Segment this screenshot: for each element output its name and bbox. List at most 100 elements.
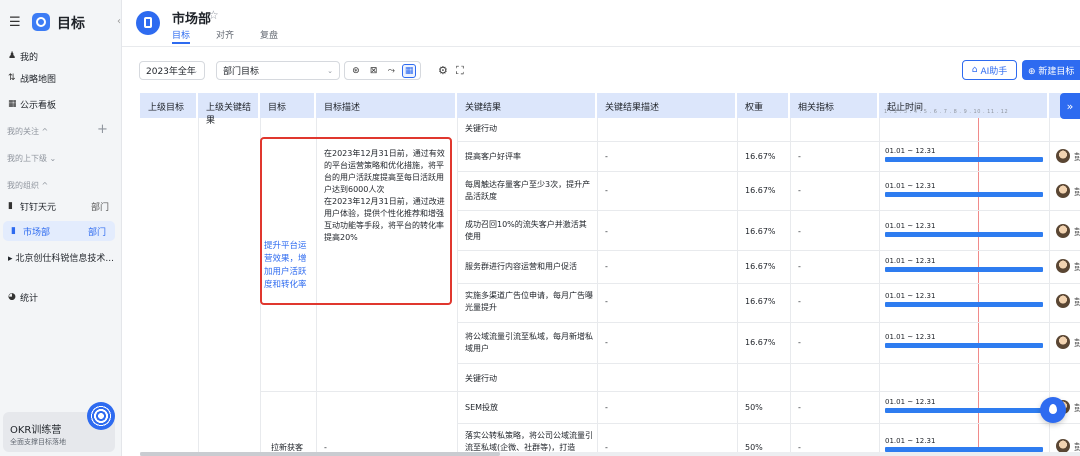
kr-title[interactable]: 落实公转私策略，将公司公域流量引流至私域(企微、社群等)，打造 <box>465 430 593 454</box>
active-tab-indicator <box>172 42 190 44</box>
kr-metric: - <box>798 338 801 347</box>
kr-desc: - <box>605 152 608 161</box>
period-value: 2023年全年 <box>146 67 196 77</box>
kr-metric: - <box>798 262 801 271</box>
kr-weight: 16.67% <box>745 338 776 347</box>
kr-weight: 16.67% <box>745 262 776 271</box>
tab-review[interactable]: 复盘 <box>260 28 278 41</box>
row-divider <box>457 283 1080 284</box>
dept-tag: 部门 <box>87 227 106 238</box>
col-header-parent-kr[interactable]: 上级关键结果 <box>198 93 260 126</box>
kr-metric: - <box>798 186 801 195</box>
tree-view-icon[interactable]: ⊛ <box>349 64 363 78</box>
avatar[interactable] <box>1056 224 1070 238</box>
period-select[interactable]: 2023年全年 ⌄ <box>139 61 205 80</box>
group-follow[interactable]: 我的关注 ^ <box>7 126 48 137</box>
sidebar-item-company[interactable]: ▸ 北京创仕科锐信息技术... <box>0 247 118 267</box>
scope-value: 部门目标 <box>223 67 260 77</box>
scope-select[interactable]: 部门目标 ⌄ <box>216 61 340 80</box>
kr-desc: - <box>605 186 608 195</box>
kr-timeline-bar[interactable] <box>885 157 1043 162</box>
board-icon: ▦ <box>8 99 17 109</box>
kr-date: 01.01 ~ 12.31 <box>885 437 936 445</box>
col-header-objective[interactable]: 目标 <box>260 93 316 118</box>
add-follow-icon[interactable]: + <box>97 122 108 137</box>
new-objective-button[interactable]: ⊕ 新建目标 <box>1022 60 1080 80</box>
star-icon[interactable]: ☆ <box>208 8 219 22</box>
kr-timeline-bar[interactable] <box>885 343 1043 348</box>
dept-icon: ▮ <box>8 201 13 211</box>
new-objective-label: ⊕ 新建目标 <box>1028 66 1075 77</box>
avatar[interactable] <box>1056 149 1070 163</box>
row-divider <box>260 391 1080 392</box>
kr-title[interactable]: 实施多渠道广告位申请，每月广告曝光量提升 <box>465 290 593 314</box>
avatar[interactable] <box>1056 439 1070 453</box>
group-org[interactable]: 我的组织 ^ <box>7 180 48 191</box>
kr-title[interactable]: 提高客户好评率 <box>465 151 593 163</box>
tab-objectives[interactable]: 目标 <box>172 28 190 41</box>
chevron-down-icon: ⌄ <box>327 66 333 75</box>
row-divider <box>457 141 1080 142</box>
objective-highlight-box <box>260 137 452 305</box>
kr-title[interactable]: SEM投放 <box>465 402 593 414</box>
kr-desc: - <box>605 338 608 347</box>
help-bulb-icon[interactable] <box>1040 397 1066 423</box>
owner-name: 彭 <box>1074 188 1080 198</box>
sidebar: ☰ 目标 ‹ ♟ 我的 ⇅ 战略地图 ▦ 公示看板 我的关注 ^ + 我的上下级… <box>0 0 122 456</box>
fullscreen-icon[interactable]: ⛶ <box>456 64 464 78</box>
sidebar-item-label: 公示看板 <box>20 100 57 111</box>
col-header-kr-desc[interactable]: 关键结果描述 <box>597 93 737 118</box>
ai-assistant-button[interactable]: ⌂ AI助手 <box>962 60 1017 80</box>
menu-icon[interactable]: ☰ <box>9 15 21 30</box>
col-header-kr[interactable]: 关键结果 <box>457 93 597 118</box>
expand-panel-button[interactable]: » <box>1060 93 1080 119</box>
person-icon: ♟ <box>8 51 17 61</box>
dept-tag: 部门 <box>90 202 109 213</box>
row-divider <box>457 322 1080 323</box>
map-view-icon[interactable]: ⤳ <box>384 64 398 78</box>
col-header-parent-objective[interactable]: 上级目标 <box>140 93 198 118</box>
avatar[interactable] <box>1056 335 1070 349</box>
kr-timeline-bar[interactable] <box>885 302 1043 307</box>
sidebar-item-mine[interactable]: ♟ 我的 <box>0 46 118 66</box>
sidebar-item-board[interactable]: ▦ 公示看板 <box>0 94 118 114</box>
okr-table: 上级目标 上级关键结果 目标 目标描述 关键结果 关键结果描述 权重 相关指标 … <box>140 93 1080 456</box>
horizontal-scrollbar[interactable] <box>140 452 1080 456</box>
col-divider <box>737 118 738 456</box>
card-view-icon[interactable]: ⊠ <box>367 64 381 78</box>
owner-name: 彭 <box>1074 404 1080 414</box>
kr-timeline-bar[interactable] <box>885 267 1043 272</box>
tab-align[interactable]: 对齐 <box>216 28 234 41</box>
sidebar-item-strategy-map[interactable]: ⇅ 战略地图 <box>0 68 118 88</box>
sidebar-item-market[interactable]: ▮ 市场部 部门 <box>3 221 115 241</box>
map-icon: ⇅ <box>8 73 16 83</box>
col-divider <box>457 118 458 456</box>
sidebar-item-dingtian[interactable]: ▮ 钉钉天元 部门 <box>0 196 118 216</box>
kr-timeline-bar[interactable] <box>885 408 1043 413</box>
app-title: 目标 <box>57 16 85 32</box>
col-header-weight[interactable]: 权重 <box>737 93 790 118</box>
avatar[interactable] <box>1056 259 1070 273</box>
kr-title[interactable]: 成功召回10%的流失客户并激活其使用 <box>465 219 593 243</box>
collapse-sidebar-icon[interactable]: ‹ <box>117 16 121 27</box>
settings-icon[interactable]: ⚙ <box>438 64 448 77</box>
sidebar-item-label: 钉钉天元 <box>20 202 57 213</box>
kr-timeline-bar[interactable] <box>885 232 1043 237</box>
table-view-icon[interactable]: ▦ <box>402 63 417 78</box>
avatar[interactable] <box>1056 294 1070 308</box>
kr-title[interactable]: 每周触达存量客户至少3次，提升产品活跃度 <box>465 179 593 203</box>
sidebar-item-label: ▸ 北京创仕科锐信息技术... <box>8 253 114 264</box>
sidebar-item-stats[interactable]: ◕ 统计 <box>0 287 118 307</box>
kr-title[interactable]: 服务群进行内容运营和用户促活 <box>465 261 593 273</box>
kr-date: 01.01 ~ 12.31 <box>885 147 936 155</box>
page-title: 市场部 <box>172 12 212 27</box>
chevron-down-icon: ⌄ <box>192 66 198 75</box>
avatar[interactable] <box>1056 184 1070 198</box>
col-header-period[interactable]: 起止时间 1 . 2 . 3 . 4 . 5 . 6 . 7 . 8 . 9 .… <box>879 93 1049 118</box>
col-header-metric[interactable]: 相关指标 <box>790 93 879 118</box>
kr-timeline-bar[interactable] <box>885 192 1043 197</box>
group-reports[interactable]: 我的上下级 ⌄ <box>7 153 56 164</box>
kr-title[interactable]: 将公域流量引流至私域，每月新增私域用户 <box>465 331 593 355</box>
col-header-objective-desc[interactable]: 目标描述 <box>316 93 457 118</box>
owner-name: 彭 <box>1074 339 1080 349</box>
